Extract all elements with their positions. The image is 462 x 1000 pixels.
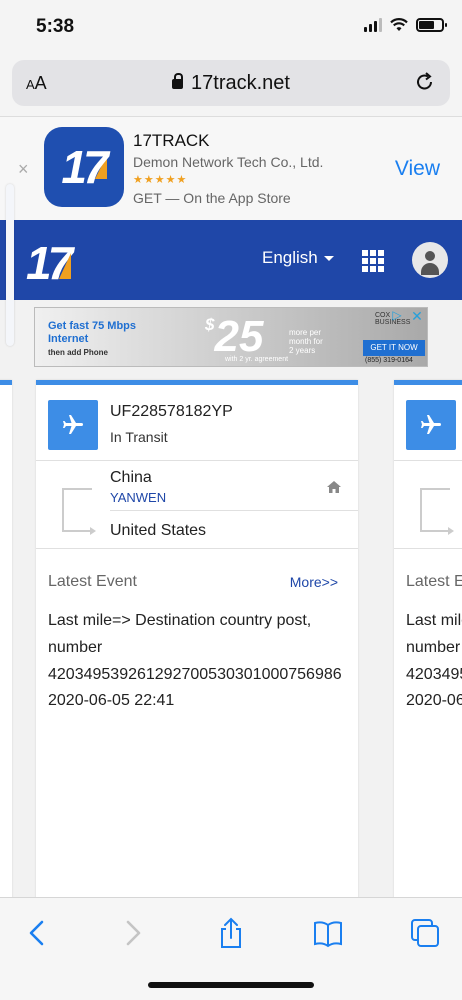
latest-event-time: 2020-06-05 — [406, 692, 462, 709]
home-icon — [327, 481, 341, 493]
url-text: 17track.net — [191, 72, 290, 94]
banner-close-icon[interactable]: × — [18, 159, 29, 180]
route-icon — [62, 488, 96, 535]
ad-agreement-note: with 2 yr. agreement — [225, 356, 289, 363]
plane-icon — [48, 400, 98, 450]
page-content: Get fast 75 Mbps Internet then add Phone… — [0, 300, 462, 897]
back-icon[interactable] — [20, 916, 54, 950]
site-header: 17 English — [0, 220, 462, 300]
ad-cta-button[interactable]: GET IT NOW — [363, 340, 425, 356]
app-name: 17TRACK — [133, 131, 210, 150]
user-avatar[interactable] — [412, 242, 448, 278]
tracking-status: In Transit — [110, 429, 168, 445]
ad-price: $25 — [205, 312, 264, 361]
app-icon-logo: 17 — [61, 141, 108, 193]
tracking-number[interactable]: UF228578182YP — [110, 403, 233, 421]
reload-icon[interactable] — [414, 71, 436, 93]
lock-icon — [172, 73, 184, 89]
smart-app-banner: × 17 17TRACK Demon Network Tech Co., Ltd… — [0, 116, 462, 220]
divider — [394, 460, 462, 461]
app-store-subtitle: GET — On the App Store — [133, 190, 291, 206]
app-rating-stars: ★★★★★ — [133, 174, 188, 186]
bookmarks-icon[interactable] — [311, 916, 345, 950]
tracking-card-previous[interactable] — [0, 380, 12, 897]
home-indicator — [148, 982, 314, 988]
chevron-down-icon — [323, 256, 334, 262]
plane-icon — [406, 400, 456, 450]
ad-headline: Get fast 75 Mbps Internet then add Phone — [48, 320, 137, 357]
divider — [36, 460, 358, 461]
latest-event-text: Last mile=> number 420349539261 — [406, 612, 462, 683]
ad-banner[interactable]: Get fast 75 Mbps Internet then add Phone… — [34, 307, 428, 367]
ad-close-icon[interactable]: ✕ — [409, 308, 425, 324]
more-events-link[interactable]: More>> — [290, 574, 338, 590]
route-icon — [420, 488, 454, 535]
carrier-link[interactable]: YANWEN — [110, 490, 166, 505]
status-time: 5:38 — [36, 16, 75, 37]
url-field[interactable]: 17track.net — [12, 72, 450, 95]
wifi-icon — [390, 18, 408, 31]
app-icon[interactable]: 17 — [44, 127, 124, 207]
address-bar[interactable]: AA 17track.net — [12, 60, 450, 106]
browser-address-area: AA 17track.net — [0, 54, 462, 116]
divider — [36, 548, 358, 549]
status-icons — [364, 18, 447, 32]
app-developer: Demon Network Tech Co., Ltd. — [133, 154, 324, 170]
ad-phone: (855) 319-0164 — [365, 357, 413, 364]
latest-event-time: 2020-06-05 22:41 — [48, 692, 175, 709]
tracking-card-next[interactable]: Latest Event Last mile=> number 42034953… — [394, 380, 462, 897]
latest-event-label: Latest Event — [48, 573, 137, 590]
safari-toolbar — [0, 897, 462, 1000]
origin-country: China — [110, 469, 152, 486]
divider — [110, 510, 358, 511]
destination-country: United States — [110, 522, 207, 539]
language-selector[interactable]: English — [262, 248, 334, 268]
status-bar: 5:38 — [0, 0, 462, 54]
divider — [394, 548, 462, 549]
cellular-signal-icon — [364, 18, 382, 32]
site-logo[interactable]: 17 — [26, 236, 73, 290]
forward-icon[interactable] — [116, 916, 150, 950]
tracking-card[interactable]: UF228578182YP In Transit China YANWEN Un… — [36, 380, 358, 897]
tabs-icon[interactable] — [408, 916, 442, 950]
latest-event-label: Latest Event — [406, 573, 462, 590]
share-icon[interactable] — [214, 916, 248, 950]
latest-event-text: Last mile=> Destination country post, nu… — [48, 612, 342, 683]
ad-choices-icon[interactable]: ▷ — [389, 308, 405, 324]
ad-price-terms: more per month for 2 years — [289, 328, 323, 355]
view-app-button[interactable]: View — [395, 157, 440, 181]
scroll-indicator[interactable] — [6, 184, 14, 346]
apps-grid-icon[interactable] — [362, 250, 384, 272]
battery-icon — [416, 18, 447, 32]
